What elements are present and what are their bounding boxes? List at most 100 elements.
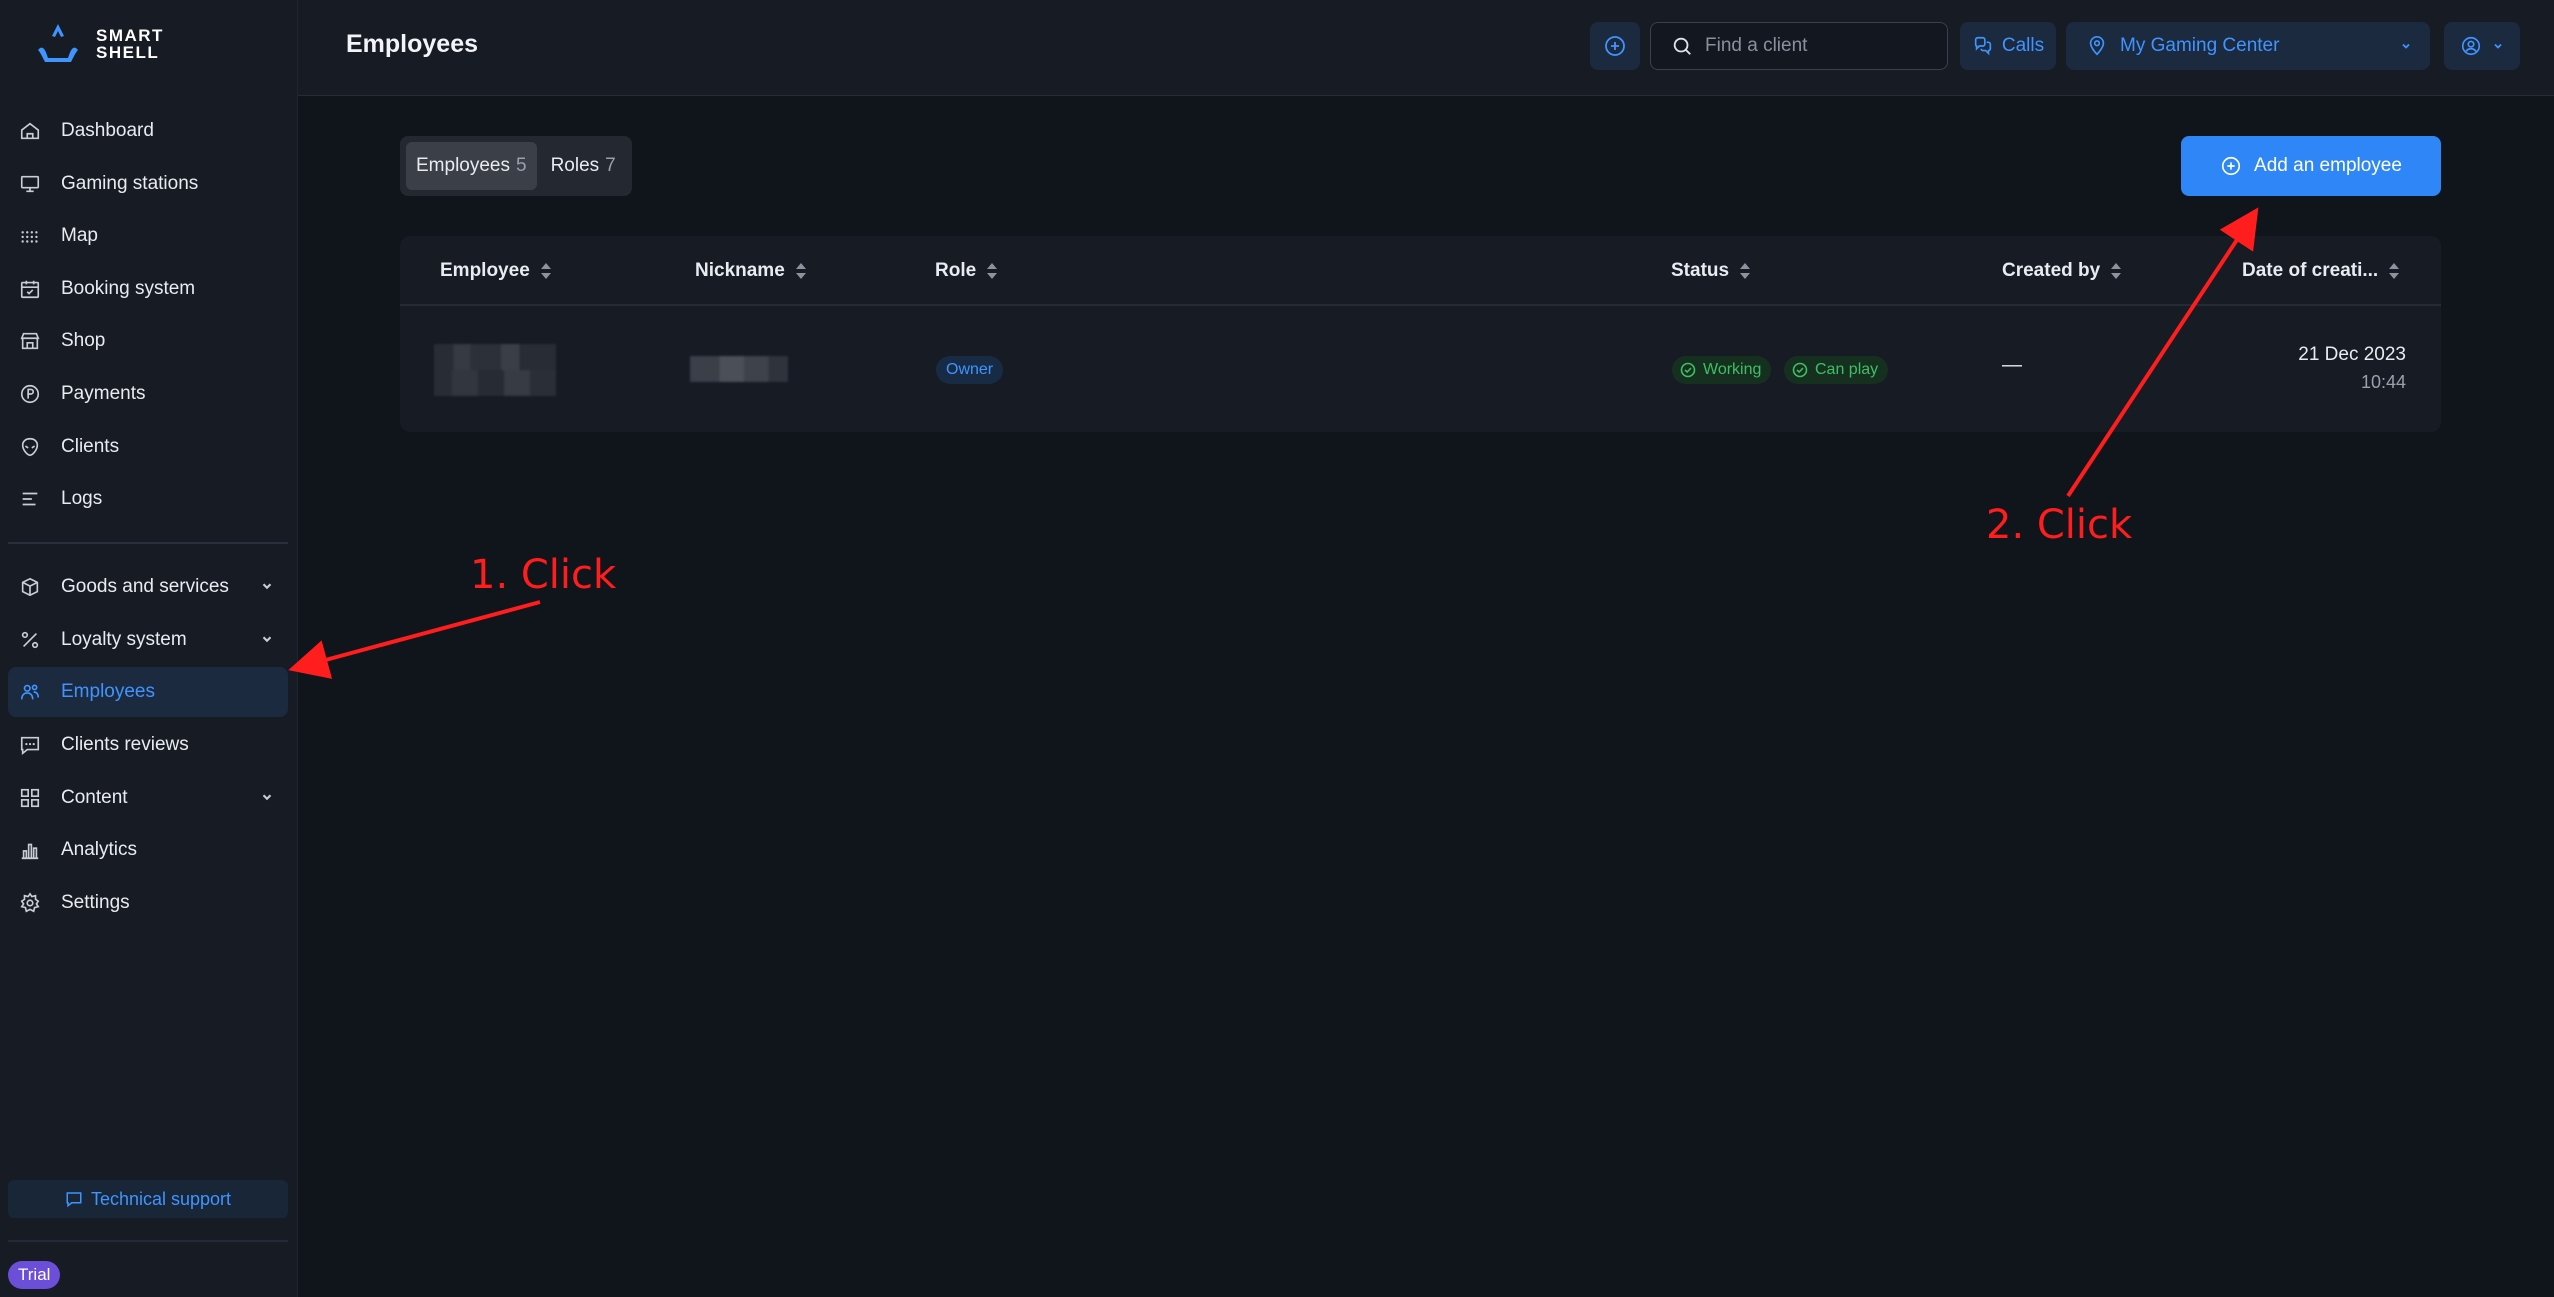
sidebar-item-analytics[interactable]: Analytics — [8, 825, 288, 875]
trial-badge[interactable]: Trial — [8, 1261, 61, 1289]
add-employee-label: Add an employee — [2254, 155, 2402, 176]
check-circle-icon — [1680, 362, 1696, 378]
sidebar-item-label: Shop — [61, 330, 106, 352]
column-header-created-by[interactable]: Created by — [2002, 260, 2122, 282]
plus-circle-icon — [2221, 156, 2241, 176]
sidebar-item-clients-reviews[interactable]: Clients reviews — [8, 720, 288, 770]
column-label: Role — [935, 260, 977, 281]
percent-icon — [18, 628, 42, 652]
users-icon — [18, 680, 42, 704]
date-of-creation-cell: 21 Dec 2023 10:44 — [2296, 344, 2406, 393]
chat-icon — [18, 733, 42, 757]
sidebar-item-content[interactable]: Content — [8, 773, 288, 823]
column-label: Status — [1671, 260, 1730, 281]
home-icon — [18, 119, 42, 143]
sort-icon — [2111, 263, 2122, 279]
sidebar: SMART SHELL Dashboard Gaming stations Ma… — [0, 0, 298, 1297]
store-icon — [18, 329, 42, 353]
nickname-blurred — [690, 356, 788, 382]
sidebar-item-label: Settings — [61, 891, 130, 913]
column-header-employee[interactable]: Employee — [440, 260, 552, 282]
alien-icon — [18, 435, 42, 459]
brand-logo[interactable]: SMART SHELL — [34, 22, 164, 66]
calls-label: Calls — [2001, 35, 2045, 56]
grid-dots-icon — [18, 224, 42, 248]
lines-icon — [18, 487, 42, 511]
technical-support-button[interactable]: Technical support — [8, 1180, 288, 1218]
sidebar-item-label: Analytics — [61, 839, 138, 861]
sidebar-item-label: Booking system — [61, 277, 196, 299]
sort-icon — [2389, 263, 2400, 279]
search-icon — [1673, 37, 1691, 55]
column-label: Employee — [440, 260, 530, 281]
sidebar-item-label: Clients reviews — [61, 733, 189, 755]
client-search — [1650, 22, 1948, 70]
status-badge-working: Working — [1672, 356, 1772, 384]
sidebar-item-label: Payments — [61, 382, 146, 404]
sidebar-item-logs[interactable]: Logs — [8, 474, 288, 524]
employees-table: Employee Nickname Role Status Created by… — [400, 236, 2441, 432]
tab-count: 5 — [516, 155, 527, 176]
annotation-arrow-1 — [288, 600, 541, 679]
sidebar-item-employees[interactable]: Employees — [8, 667, 288, 718]
sidebar-item-clients[interactable]: Clients — [8, 422, 288, 472]
tab-roles[interactable]: Roles 7 — [541, 142, 626, 190]
sort-icon — [540, 263, 551, 279]
sidebar-item-gaming-stations[interactable]: Gaming stations — [8, 159, 288, 209]
column-header-date-of-creation[interactable]: Date of creati... — [2242, 260, 2400, 282]
sidebar-item-dashboard[interactable]: Dashboard — [8, 106, 288, 156]
gaming-center-select[interactable]: My Gaming Center — [2066, 22, 2430, 70]
sidebar-item-label: Content — [61, 786, 128, 808]
check-circle-icon — [1792, 362, 1808, 378]
box-icon — [18, 575, 42, 599]
status-badge-can-play: Can play — [1784, 356, 1889, 384]
annotation-step-2: 2. Click — [1986, 502, 2133, 548]
brand-name: SMART SHELL — [96, 26, 164, 62]
sidebar-divider — [8, 1240, 288, 1242]
sort-icon — [795, 263, 806, 279]
page-title: Employees — [346, 30, 479, 58]
sidebar-item-goods-and-services[interactable]: Goods and services — [8, 562, 288, 612]
status-label: Working — [1703, 361, 1762, 378]
chevron-down-icon — [262, 794, 272, 800]
calendar-icon — [18, 277, 42, 301]
sidebar-item-label: Loyalty system — [61, 628, 187, 650]
role-badge: Owner — [936, 356, 1004, 384]
calls-button[interactable]: Calls — [1960, 22, 2056, 70]
gear-icon — [18, 891, 42, 915]
chevron-down-icon — [2402, 43, 2410, 49]
search-input[interactable] — [1705, 35, 1925, 57]
sidebar-item-payments[interactable]: Payments — [8, 369, 288, 419]
sidebar-item-settings[interactable]: Settings — [8, 878, 288, 928]
sidebar-item-shop[interactable]: Shop — [8, 316, 288, 366]
add-employee-button[interactable]: Add an employee — [2181, 136, 2441, 196]
monitor-icon — [18, 172, 42, 196]
plus-circle-icon — [1605, 36, 1625, 56]
technical-support-label: Technical support — [90, 1188, 232, 1209]
apps-icon — [18, 786, 42, 810]
sidebar-item-label: Dashboard — [61, 120, 154, 141]
sidebar-item-label: Gaming stations — [61, 172, 199, 194]
user-menu-button[interactable] — [2444, 22, 2520, 70]
chat-icon — [66, 1192, 82, 1208]
speech-bubbles-icon — [1974, 36, 1992, 56]
column-label: Created by — [2002, 260, 2101, 281]
column-header-role[interactable]: Role — [935, 260, 998, 282]
sidebar-item-label: Goods and services — [61, 576, 229, 598]
column-header-nickname[interactable]: Nickname — [695, 260, 807, 282]
sidebar-item-label: Employees — [61, 681, 155, 703]
sort-icon — [1740, 263, 1751, 279]
employee-name-blurred — [434, 344, 556, 396]
user-circle-icon — [2461, 36, 2481, 56]
tab-label: Employees — [416, 155, 510, 176]
sidebar-item-booking-system[interactable]: Booking system — [8, 264, 288, 314]
sidebar-item-loyalty-system[interactable]: Loyalty system — [8, 615, 288, 665]
sidebar-item-label: Logs — [61, 488, 103, 510]
table-row[interactable]: Owner Working Can play — 21 Dec 2023 10:… — [400, 308, 2441, 432]
column-header-status[interactable]: Status — [1671, 260, 1751, 282]
tab-employees[interactable]: Employees 5 — [406, 142, 537, 190]
tab-count: 7 — [605, 155, 616, 176]
quick-add-button[interactable] — [1590, 22, 1640, 70]
sidebar-item-map[interactable]: Map — [8, 211, 288, 261]
location-pin-icon — [2089, 36, 2105, 56]
